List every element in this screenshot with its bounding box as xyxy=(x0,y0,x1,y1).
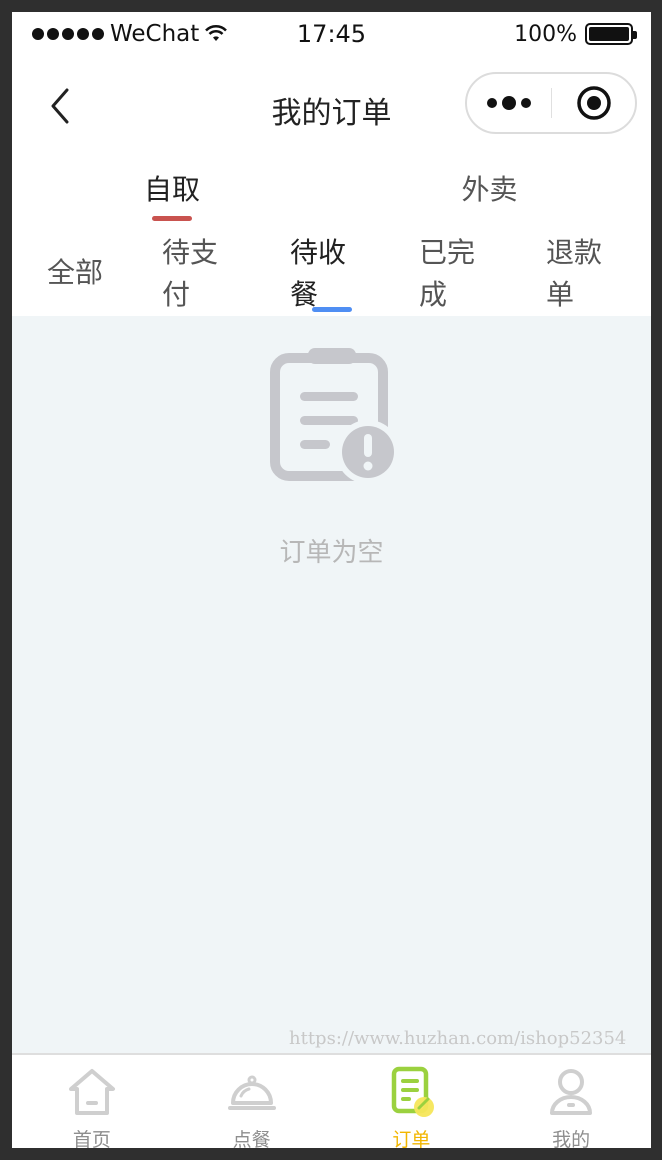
order-type-tabs: 自取 外卖 xyxy=(12,160,651,230)
active-tab-indicator xyxy=(152,216,192,221)
status-left: WeChat xyxy=(32,21,228,47)
more-dot-icon xyxy=(487,98,497,108)
tabbar-menu-label: 点餐 xyxy=(232,1129,271,1148)
tabbar-profile[interactable]: 我的 xyxy=(491,1055,651,1148)
tabbar-orders-label: 订单 xyxy=(392,1129,431,1148)
food-cover-icon xyxy=(227,1075,276,1110)
bottom-tab-bar: 首页 点餐 订单 我的 xyxy=(12,1053,651,1148)
tab-pickup[interactable]: 自取 xyxy=(12,160,332,230)
more-dot-icon xyxy=(521,98,531,108)
tabbar-home[interactable]: 首页 xyxy=(12,1055,172,1148)
tab-delivery-label: 外卖 xyxy=(461,173,518,206)
tab-awaiting-pickup[interactable]: 待收餐 xyxy=(290,232,352,316)
order-icon xyxy=(392,1066,435,1117)
more-button[interactable] xyxy=(467,74,551,132)
wifi-icon xyxy=(205,25,228,41)
order-status-tabs: 全部 待支付 待收餐 已完成 退款单 xyxy=(12,230,651,316)
tab-awaiting-pickup-label: 待收餐 xyxy=(290,236,347,311)
status-time: 17:45 xyxy=(296,20,367,48)
tabbar-menu[interactable]: 点餐 xyxy=(172,1055,332,1148)
tab-refunds[interactable]: 退款单 xyxy=(546,232,608,316)
nav-bar: 我的订单 xyxy=(12,56,651,160)
back-button[interactable] xyxy=(42,86,78,126)
carrier-name: WeChat xyxy=(110,21,200,47)
active-subtab-indicator xyxy=(312,307,352,312)
battery-icon xyxy=(585,23,637,45)
watermark-text: https://www.huzhan.com/ishop52354 xyxy=(289,1028,627,1049)
status-right: 100% xyxy=(514,21,637,47)
chevron-left-icon xyxy=(51,88,69,124)
empty-order-clipboard-icon xyxy=(270,348,400,484)
tab-pending-payment[interactable]: 待支付 xyxy=(162,232,224,316)
empty-state-text: 订单为空 xyxy=(279,538,384,568)
tabbar-profile-label: 我的 xyxy=(552,1129,591,1148)
tab-completed[interactable]: 已完成 xyxy=(419,232,481,316)
tabbar-home-label: 首页 xyxy=(72,1129,111,1148)
home-icon xyxy=(68,1069,115,1115)
more-dot-icon xyxy=(502,96,516,110)
battery-percent: 100% xyxy=(514,21,577,47)
user-icon xyxy=(550,1069,593,1115)
order-list-area: 订单为空 https://www.huzhan.com/ishop52354 xyxy=(12,316,651,1053)
tab-pickup-label: 自取 xyxy=(144,173,201,206)
mini-program-capsule xyxy=(465,72,637,134)
tab-delivery[interactable]: 外卖 xyxy=(332,160,652,230)
tab-all[interactable]: 全部 xyxy=(47,252,117,294)
signal-icon xyxy=(32,28,104,40)
target-close-icon xyxy=(576,86,611,120)
status-bar: WeChat 17:45 100% xyxy=(12,12,651,56)
tabbar-orders[interactable]: 订单 xyxy=(332,1055,492,1148)
close-mini-program-button[interactable] xyxy=(552,74,635,132)
phone-screen: WeChat 17:45 100% 我的订单 自取 外卖 全部 待支付 待收餐 … xyxy=(12,12,651,1148)
